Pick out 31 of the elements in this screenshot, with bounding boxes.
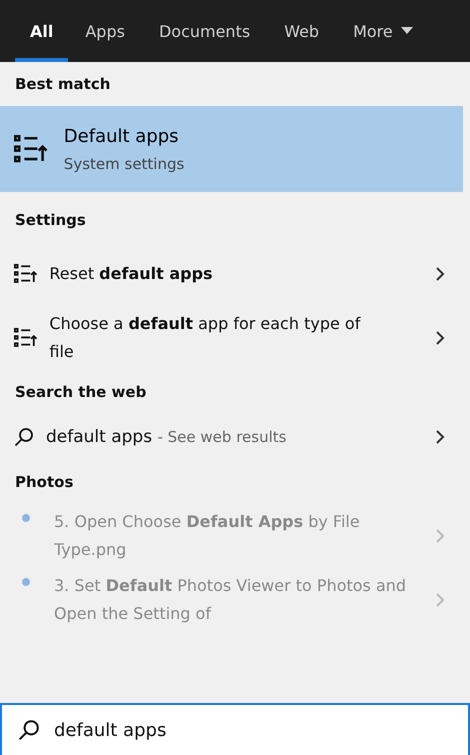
chevron-icon [435, 528, 445, 544]
best-match-result[interactable]: Default apps System settings [0, 106, 463, 192]
section-heading: Photos [14, 472, 74, 493]
chevron-icon [435, 266, 445, 282]
section-heading: Search the web [14, 382, 148, 403]
search-field[interactable]: default apps [54, 708, 468, 752]
search-icon [18, 719, 40, 741]
chevron-icon [435, 330, 445, 346]
result-text: Choose a default app for each type of file [49, 313, 362, 363]
list-arrow-icon [14, 328, 38, 348]
list-arrow-icon [14, 264, 38, 284]
tab[interactable]: Web [267, 0, 336, 62]
setting-result[interactable]: Choose a default app for each type of file [0, 306, 463, 370]
web-result[interactable]: default apps - See web results [0, 414, 463, 460]
tab[interactable]: All [15, 0, 68, 62]
search-box[interactable]: default apps [0, 703, 470, 755]
chevron-icon [435, 592, 445, 608]
tab[interactable]: Apps [68, 0, 142, 62]
section-heading: Best match [14, 74, 112, 95]
search-icon [14, 427, 34, 447]
chevron-icon [435, 429, 445, 445]
setting-result[interactable]: Reset default apps [0, 242, 463, 306]
result-subtitle: System settings [64, 154, 184, 172]
result-text: Reset default apps [49, 263, 214, 285]
result-text: 3. Set Default Photos Viewer to Photos and Open the Setting of [54, 575, 408, 625]
result-text: 5. Open Choose Default Apps by File Type.png [54, 511, 361, 561]
result-title: Default apps [64, 126, 180, 146]
tab[interactable]: Documents [142, 0, 268, 62]
section-heading: Settings [14, 210, 87, 231]
tab[interactable]: More [336, 0, 430, 62]
list-arrow-icon [14, 134, 48, 164]
